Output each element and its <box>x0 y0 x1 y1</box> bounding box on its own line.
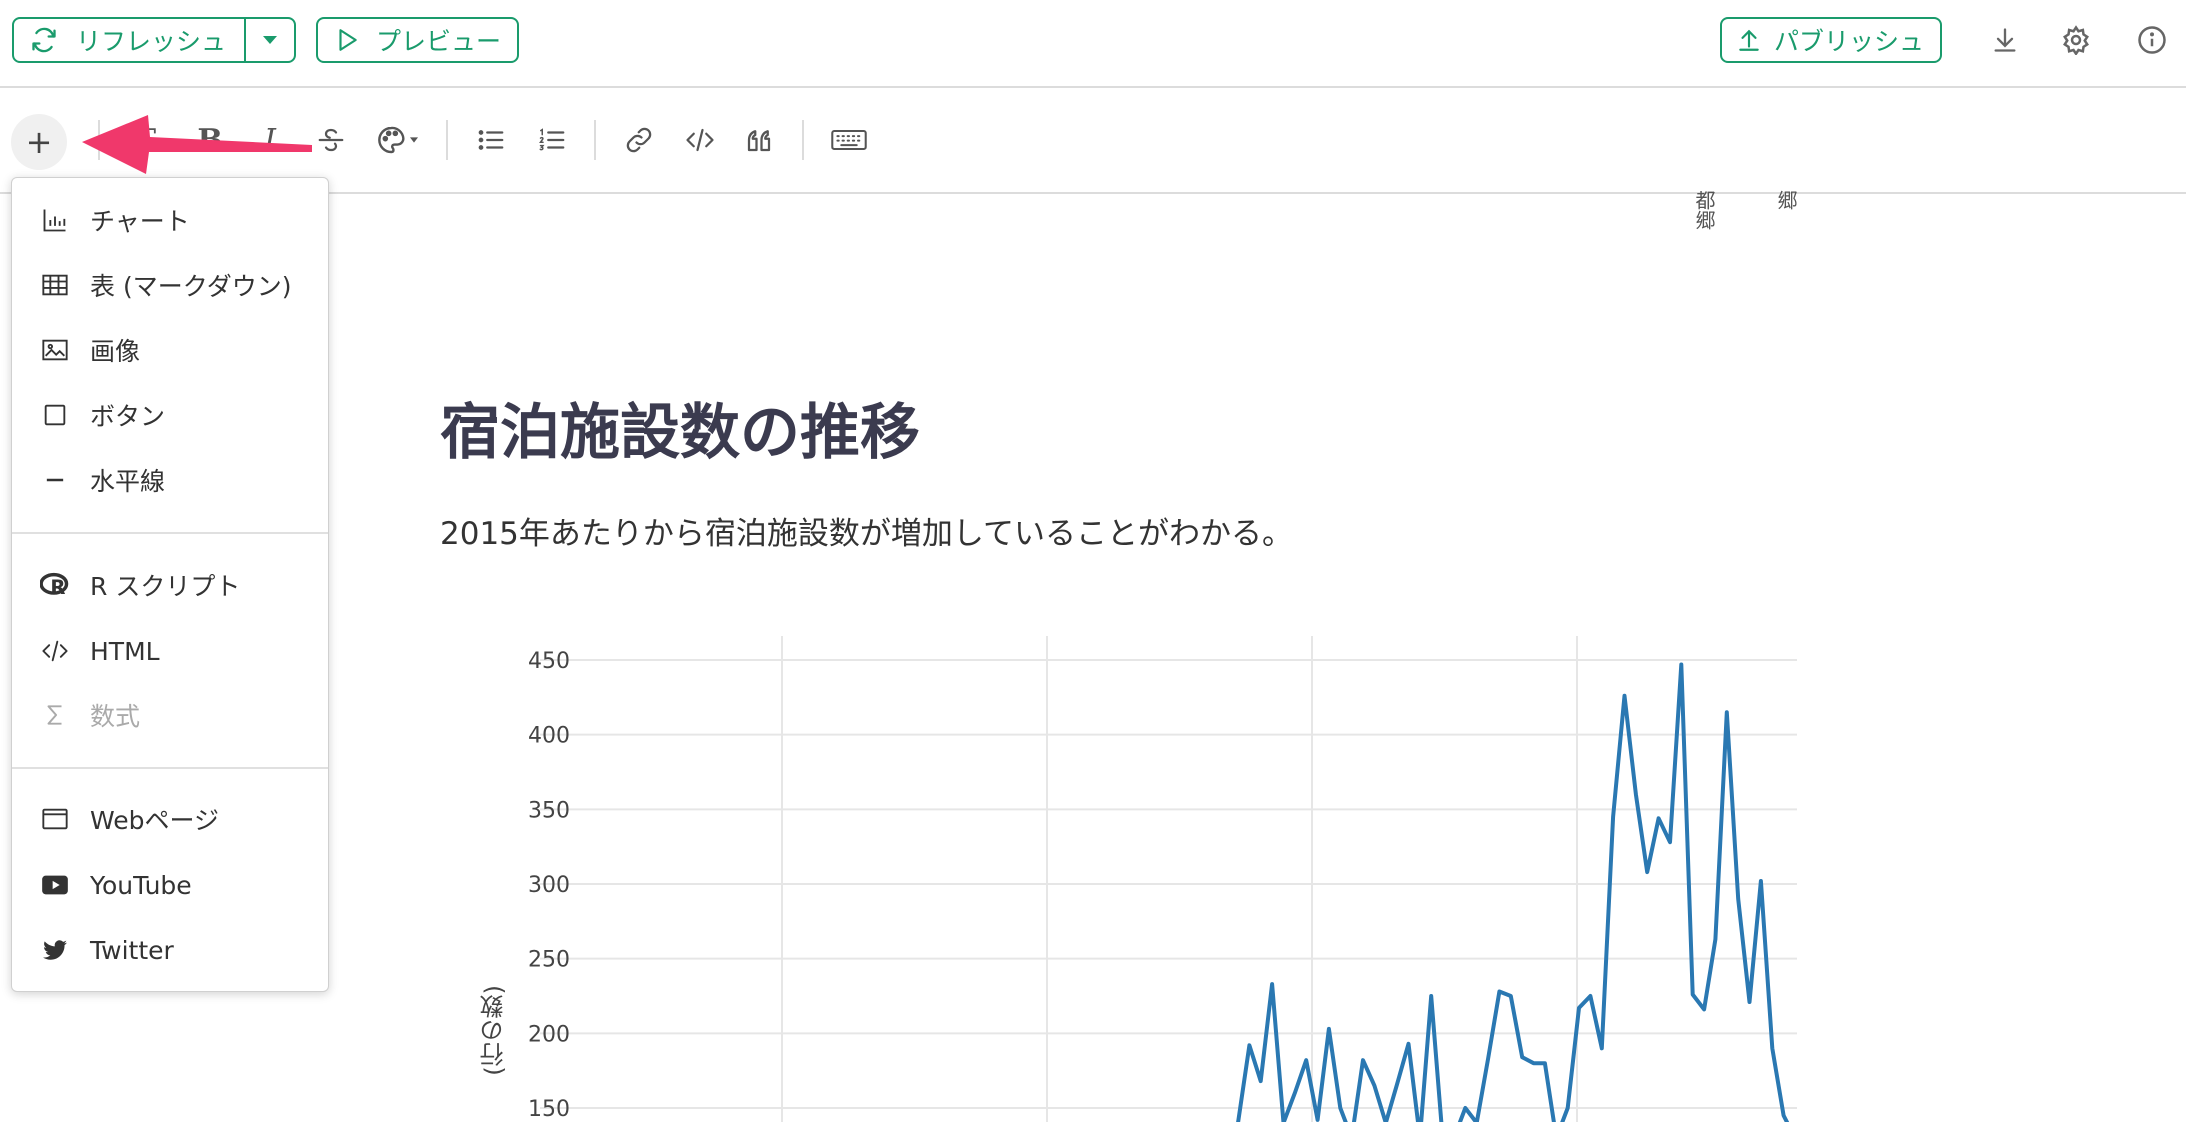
top-bar: リフレッシュ プレビュー パブリッシュ <box>0 0 2186 88</box>
menu-item-label: HTML <box>90 636 160 666</box>
preview-button[interactable]: プレビュー <box>316 17 519 63</box>
y-tick-label: 250 <box>528 948 570 973</box>
refresh-button[interactable]: リフレッシュ <box>14 19 246 61</box>
menu-item-twitter[interactable]: Twitter <box>12 923 328 977</box>
menu-item-r-script[interactable]: R R スクリプト <box>12 558 328 612</box>
preview-label: プレビュー <box>376 27 502 56</box>
r-logo-icon: R <box>40 570 70 600</box>
menu-item-youtube[interactable]: YouTube <box>12 858 328 912</box>
refresh-label: リフレッシュ <box>76 27 227 56</box>
refresh-icon <box>32 27 56 53</box>
menu-item-label: 表 (マークダウン) <box>90 272 292 301</box>
menu-item-webpage[interactable]: Webページ <box>12 792 328 846</box>
settings-button[interactable] <box>2058 22 2094 58</box>
publish-button[interactable]: パブリッシュ <box>1720 17 1942 63</box>
upload-icon <box>1739 29 1759 51</box>
image-icon <box>40 335 70 365</box>
publish-label: パブリッシュ <box>1774 27 1925 56</box>
section-title: 宿泊施設数の推移 <box>440 398 920 468</box>
code-icon <box>686 128 714 152</box>
minus-icon <box>40 465 70 495</box>
info-icon <box>2138 26 2166 54</box>
menu-item-chart[interactable]: チャート <box>12 193 328 247</box>
y-tick-label: 350 <box>528 798 570 823</box>
y-tick-label: 300 <box>528 873 570 898</box>
sigma-icon <box>40 700 70 730</box>
y-tick-label: 400 <box>528 724 570 749</box>
refresh-dropdown-button[interactable] <box>246 19 294 61</box>
insert-button[interactable]: + <box>11 114 67 170</box>
code-button[interactable] <box>682 122 718 158</box>
svg-text:R: R <box>50 576 65 599</box>
info-button[interactable] <box>2134 22 2170 58</box>
quote-icon <box>747 130 771 152</box>
toolbar-divider <box>446 120 448 160</box>
gear-icon <box>2063 25 2089 55</box>
youtube-icon <box>40 870 70 900</box>
strikethrough-icon <box>318 128 344 152</box>
palette-icon <box>378 126 418 154</box>
keyboard-icon <box>831 129 867 151</box>
menu-item-image[interactable]: 画像 <box>12 323 328 377</box>
bullet-list-button[interactable] <box>473 122 509 158</box>
menu-divider <box>12 532 328 534</box>
menu-item-label: 画像 <box>90 337 141 366</box>
menu-item-label: R スクリプト <box>90 572 241 601</box>
link-button[interactable] <box>621 122 657 158</box>
twitter-icon <box>40 935 70 965</box>
refresh-button-group: リフレッシュ <box>12 17 296 63</box>
menu-item-html[interactable]: HTML <box>12 624 328 678</box>
column-header-label: 郷 <box>1774 190 1798 210</box>
toolbar-divider <box>594 120 596 160</box>
keyboard-shortcuts-button[interactable] <box>829 122 869 158</box>
download-icon <box>1994 28 2016 52</box>
menu-item-label: 数式 <box>90 702 141 731</box>
column-header-label: 都郷 <box>1692 190 1716 230</box>
square-icon <box>40 400 70 430</box>
menu-item-label: Twitter <box>90 935 174 965</box>
quote-button[interactable] <box>741 122 777 158</box>
toolbar-divider <box>802 120 804 160</box>
code-icon <box>40 636 70 666</box>
menu-item-label: Webページ <box>90 806 220 835</box>
menu-item-horizontal-rule[interactable]: 水平線 <box>12 453 328 507</box>
menu-divider <box>12 767 328 769</box>
download-button[interactable] <box>1987 22 2023 58</box>
menu-item-label: YouTube <box>90 870 192 900</box>
play-icon <box>339 29 357 51</box>
menu-item-table[interactable]: 表 (マークダウン) <box>12 258 328 312</box>
menu-item-label: 水平線 <box>90 467 166 496</box>
series-line <box>1236 662 1790 1122</box>
insert-menu: チャート 表 (マークダウン) 画像 ボタン 水平線 R R スクリプト HTM… <box>11 177 329 992</box>
section-description: 2015年あたりから宿泊施設数が増加していることがわかる。 <box>440 516 1293 552</box>
menu-item-button[interactable]: ボタン <box>12 388 328 442</box>
y-tick-label: 200 <box>528 1022 570 1047</box>
y-axis-label: (行の数) <box>480 985 508 1076</box>
color-button[interactable] <box>372 122 424 158</box>
numbered-list-button[interactable] <box>534 122 570 158</box>
y-tick-label: 450 <box>528 649 570 674</box>
menu-item-label: ボタン <box>90 402 166 431</box>
browser-window-icon <box>40 804 70 834</box>
table-icon <box>40 270 70 300</box>
editor-toolbar: + T B I <box>0 88 2186 194</box>
menu-item-label: チャート <box>90 207 190 236</box>
numbered-list-icon <box>539 128 565 151</box>
y-tick-label: 150 <box>528 1097 570 1122</box>
annotation-arrow <box>82 115 312 174</box>
link-icon <box>626 127 652 153</box>
bullet-list-icon <box>478 130 504 150</box>
caret-down-icon <box>263 36 277 44</box>
bar-chart-icon <box>40 205 70 235</box>
menu-item-formula: 数式 <box>12 688 328 742</box>
